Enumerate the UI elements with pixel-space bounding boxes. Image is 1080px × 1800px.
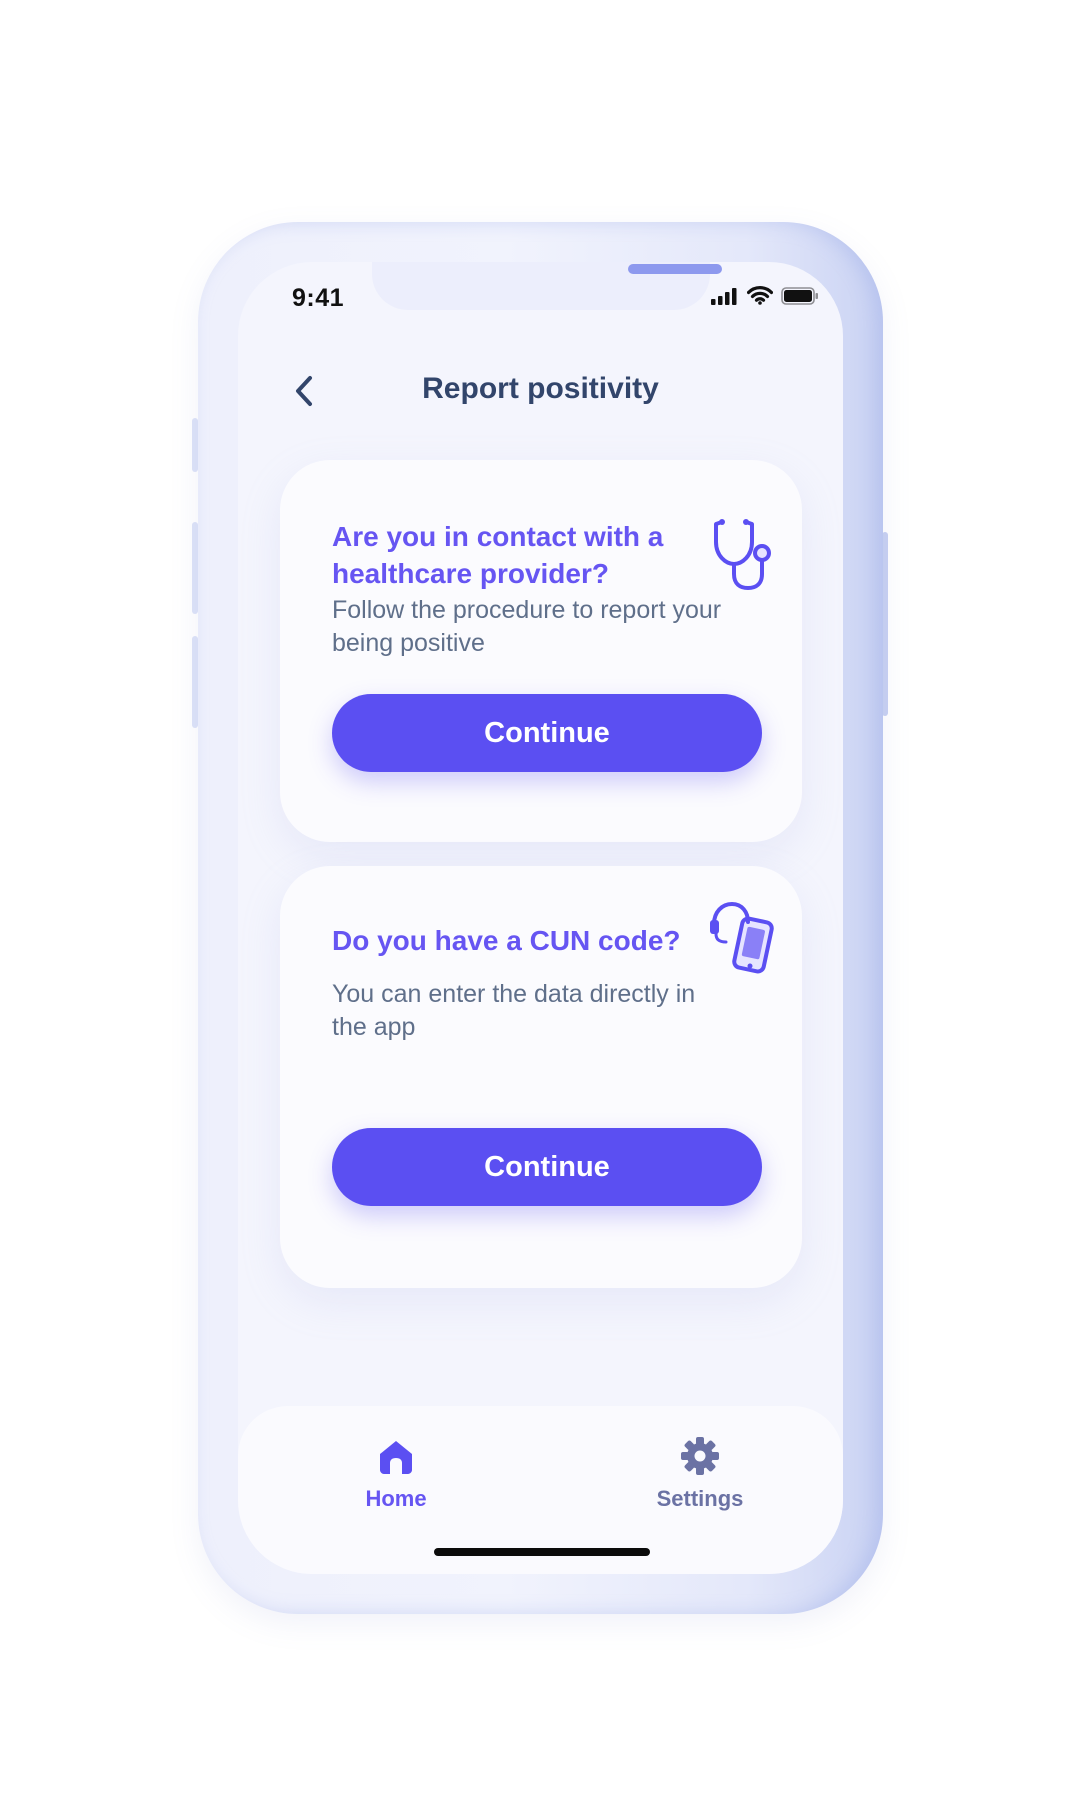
tab-settings[interactable]: Settings: [630, 1436, 770, 1526]
card-description: Follow the procedure to report your bein…: [332, 596, 722, 657]
notch: [372, 262, 722, 310]
continue-button-cun[interactable]: Continue: [332, 1128, 762, 1206]
tab-home[interactable]: Home: [326, 1436, 466, 1526]
status-time: 9:41: [292, 284, 345, 312]
wifi-icon: [747, 286, 773, 305]
phone-screen: 9:41 Report positivity Are you in contac…: [238, 262, 843, 1574]
home-indicator: [434, 1548, 650, 1556]
healthcare-provider-card: Are you in contact with a healthcare pro…: [280, 460, 802, 842]
signal-icon: [711, 287, 737, 305]
chevron-left-icon: [296, 376, 312, 406]
stage: 9:41 Report positivity Are you in contac…: [0, 0, 1080, 1800]
status-icons: [711, 286, 819, 305]
phone-support-icon: [708, 900, 784, 982]
tab-home-label: Home: [365, 1486, 427, 1511]
back-button[interactable]: [288, 372, 322, 410]
card-title: Do you have a CUN code?: [332, 925, 681, 956]
page-title: Report positivity: [422, 372, 659, 405]
cun-code-card: Do you have a CUN code? You can enter th…: [280, 866, 802, 1288]
continue-button-healthcare[interactable]: Continue: [332, 694, 762, 772]
card-title: Are you in contact with a healthcare pro…: [332, 521, 664, 589]
home-icon: [380, 1441, 412, 1474]
speaker-grille: [628, 264, 722, 274]
stethoscope-icon: [708, 516, 784, 598]
card-description: You can enter the data directly in the a…: [332, 980, 696, 1041]
gear-icon: [681, 1437, 719, 1475]
tab-bar: Home Settings: [238, 1406, 843, 1574]
battery-icon: [781, 286, 818, 305]
header: Report positivity: [238, 366, 843, 416]
tab-settings-label: Settings: [656, 1486, 744, 1511]
